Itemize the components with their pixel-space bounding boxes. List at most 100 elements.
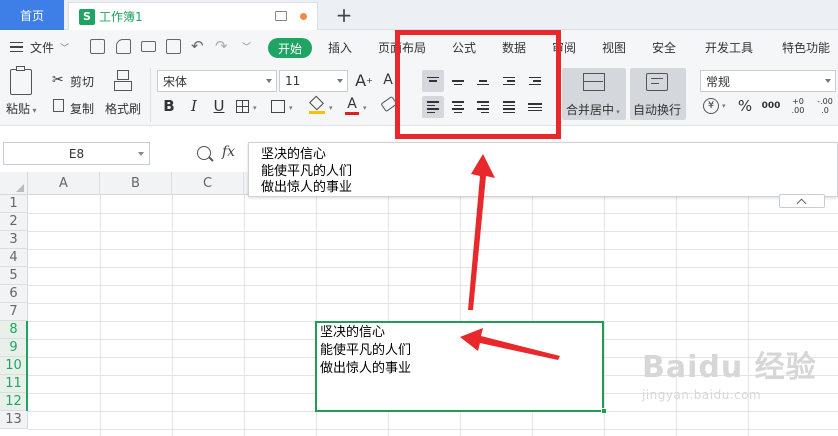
font-color-icon[interactable]: A <box>345 96 359 116</box>
cut-button[interactable]: 剪切 <box>70 73 94 90</box>
menu-data[interactable]: 数据 <box>502 30 526 64</box>
paste-button[interactable]: 粘贴 ▾ <box>6 100 37 117</box>
row-header[interactable]: 1 <box>0 195 28 213</box>
format-painter-icon[interactable] <box>114 70 132 94</box>
increase-indent-button[interactable] <box>524 70 546 92</box>
gridline <box>28 303 838 304</box>
scissors-icon[interactable]: ✂ <box>52 72 64 88</box>
menu-security[interactable]: 安全 <box>652 30 676 64</box>
align-center-button[interactable] <box>447 96 469 118</box>
row-header-selected[interactable]: 9 <box>0 339 28 357</box>
increase-decimal-button[interactable]: +0 .00 <box>788 94 808 118</box>
merge-center-button[interactable]: 合并居中 ▾ <box>562 68 626 120</box>
fill-color-dropdown-icon[interactable]: ▾ <box>329 104 333 112</box>
row-header[interactable]: 5 <box>0 267 28 285</box>
collapse-formula-button[interactable] <box>779 194 825 208</box>
new-tab-button[interactable]: + <box>332 0 356 30</box>
border-icon[interactable] <box>236 100 249 113</box>
row-header[interactable]: 6 <box>0 285 28 303</box>
active-cell[interactable]: 坚决的信心 能使平凡的人们 做出惊人的事业 <box>315 321 604 412</box>
row-header-selected[interactable]: 12 <box>0 393 28 411</box>
format-painter-button[interactable]: 格式刷 <box>105 100 141 117</box>
distributed-align-button[interactable] <box>524 96 546 118</box>
decrease-decimal-button[interactable]: -.00 .0 <box>814 94 836 118</box>
menu-start[interactable]: 开始 <box>268 38 312 58</box>
eraser-icon[interactable] <box>380 95 398 113</box>
export-icon[interactable] <box>116 39 131 54</box>
spreadsheet-icon: S <box>79 8 95 25</box>
menu-developer[interactable]: 开发工具 <box>705 30 753 64</box>
redo-icon[interactable]: ↷ <box>215 37 228 55</box>
copy-icon[interactable] <box>53 99 64 112</box>
undo-icon[interactable]: ↶ <box>191 37 204 55</box>
cell-style-icon[interactable] <box>271 100 285 113</box>
font-name-select[interactable]: 宋体 <box>157 70 277 92</box>
column-header-c[interactable]: C <box>172 172 244 195</box>
select-all-corner[interactable] <box>0 172 28 195</box>
ribbon-divider <box>150 68 151 122</box>
quick-access-dropdown-icon[interactable]: ﹀ <box>242 40 251 53</box>
menu-view[interactable]: 视图 <box>602 30 626 64</box>
row-header-selected[interactable]: 8 <box>0 321 28 339</box>
row-header[interactable]: 2 <box>0 213 28 231</box>
formula-input[interactable]: 坚决的信心 能使平凡的人们 做出惊人的事业 <box>248 142 838 197</box>
justify-button[interactable] <box>498 96 520 118</box>
document-tab[interactable]: S 工作簿1 <box>68 2 318 30</box>
formula-line: 能使平凡的人们 <box>261 163 353 179</box>
align-right-button[interactable] <box>472 96 494 118</box>
row-header[interactable]: 13 <box>0 411 28 429</box>
copy-button[interactable]: 复制 <box>70 100 94 117</box>
zoom-icon[interactable] <box>197 146 211 160</box>
monitor-icon[interactable] <box>275 11 287 21</box>
menu-formulas[interactable]: 公式 <box>452 30 476 64</box>
row-header-selected[interactable]: 10 <box>0 357 28 375</box>
number-format-select[interactable]: 常规 <box>700 70 836 92</box>
wrap-text-icon <box>646 73 668 91</box>
save-icon[interactable] <box>90 39 105 54</box>
unsaved-dot-icon <box>300 13 307 20</box>
home-tab[interactable]: 首页 <box>0 0 64 30</box>
fill-color-icon[interactable] <box>309 95 325 114</box>
decrease-indent-button[interactable] <box>498 70 520 92</box>
menu-bar: 文件 ﹀ ↶ ↷ ﹀ 开始 插入 页面布局 公式 数据 审阅 视图 安全 开发工具… <box>0 30 838 64</box>
title-bar: 首页 S 工作簿1 + <box>0 0 838 30</box>
align-middle-button[interactable] <box>447 70 469 92</box>
currency-icon[interactable]: ¥ <box>703 98 719 114</box>
hamburger-icon[interactable] <box>10 42 23 52</box>
align-bottom-button[interactable] <box>472 70 494 92</box>
row-header[interactable]: 3 <box>0 231 28 249</box>
name-box[interactable]: E8 <box>3 142 150 165</box>
print-preview-icon[interactable] <box>166 39 181 54</box>
row-header-selected[interactable]: 11 <box>0 375 28 393</box>
font-grow-icon[interactable]: A + <box>354 70 374 90</box>
fill-handle[interactable] <box>601 408 607 414</box>
cell-text-line: 能使平凡的人们 <box>320 343 412 358</box>
thousands-separator-button[interactable]: 000 <box>760 96 782 116</box>
italic-button[interactable]: I <box>186 96 202 116</box>
menu-file[interactable]: 文件 ﹀ <box>30 30 69 64</box>
align-top-button[interactable] <box>422 70 444 92</box>
row-header[interactable]: 4 <box>0 249 28 267</box>
border-dropdown-icon[interactable]: ▾ <box>253 104 257 112</box>
menu-page-layout[interactable]: 页面布局 <box>378 30 426 64</box>
column-header-b[interactable]: B <box>100 172 172 195</box>
align-left-button[interactable] <box>422 96 444 118</box>
menu-insert[interactable]: 插入 <box>328 30 352 64</box>
paste-icon[interactable] <box>10 66 32 95</box>
percent-button[interactable]: % <box>736 96 754 116</box>
font-color-dropdown-icon[interactable]: ▾ <box>363 104 367 112</box>
bold-button[interactable]: B <box>160 96 178 116</box>
column-header-a[interactable]: A <box>28 172 100 195</box>
font-size-select[interactable]: 11 <box>279 70 348 92</box>
gridline <box>28 429 838 430</box>
font-shrink-icon[interactable]: A <box>380 70 396 90</box>
currency-dropdown-icon[interactable]: ▾ <box>722 102 726 110</box>
fx-icon[interactable]: fx <box>222 144 235 160</box>
menu-review[interactable]: 审阅 <box>552 30 576 64</box>
wrap-text-button[interactable]: 自动换行 <box>630 68 686 120</box>
cell-style-dropdown-icon[interactable]: ▾ <box>289 104 293 112</box>
row-header[interactable]: 7 <box>0 303 28 321</box>
print-icon[interactable] <box>141 41 156 52</box>
underline-button[interactable]: U <box>210 96 228 116</box>
menu-special[interactable]: 特色功能 <box>782 30 830 64</box>
